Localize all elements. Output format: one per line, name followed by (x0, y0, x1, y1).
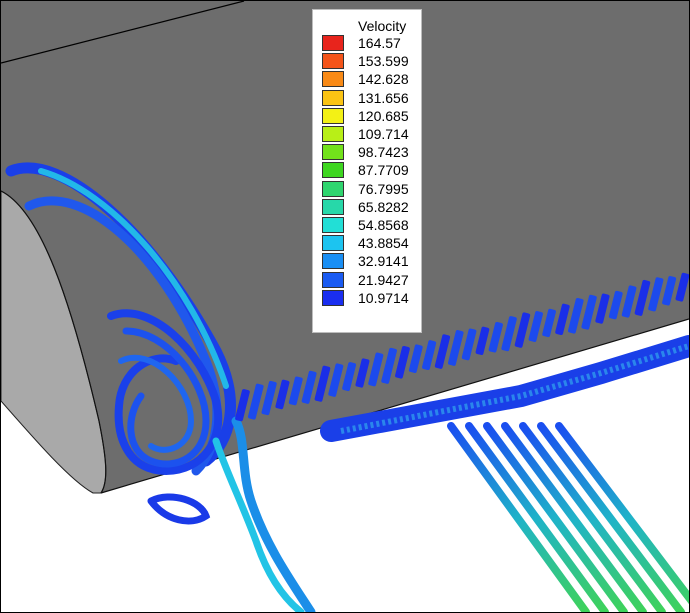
underbody-streamline-ribbons (447, 422, 689, 612)
legend-value: 98.7423 (358, 144, 409, 161)
vortex-streamline (147, 493, 211, 525)
velocity-legend[interactable]: Velocity 164.57 153.599 142.628 131.656 120.… (312, 9, 422, 333)
legend-swatch (322, 253, 344, 270)
legend-swatch (322, 107, 344, 124)
legend-swatch (322, 217, 344, 233)
legend-value: 153.599 (358, 53, 409, 70)
legend-value: 120.685 (358, 107, 409, 124)
legend-swatch (322, 180, 344, 197)
legend-swatch (322, 126, 344, 142)
legend-swatch (322, 71, 344, 88)
legend-value: 109.714 (358, 126, 409, 142)
legend-value: 142.628 (358, 71, 409, 88)
legend-value: 32.9141 (358, 253, 409, 270)
legend-swatch (322, 198, 344, 215)
render-viewport[interactable]: Velocity 164.57 153.599 142.628 131.656 120.… (0, 0, 690, 613)
legend-title: Velocity (358, 18, 407, 34)
legend-value: 10.9714 (358, 289, 409, 306)
underbody-ribbon (501, 422, 647, 612)
legend-swatch (322, 271, 344, 288)
underbody-ribbon (483, 422, 628, 612)
legend-value: 65.8282 (358, 198, 409, 215)
legend-swatch (322, 53, 344, 70)
legend-swatch (322, 289, 344, 306)
legend-value: 87.7709 (358, 162, 409, 179)
legend-value: 164.57 (358, 35, 401, 51)
legend-value: 43.8854 (358, 235, 409, 252)
legend-value: 76.7995 (358, 180, 409, 197)
underbody-ribbon (519, 422, 666, 612)
legend-value: 54.8568 (358, 217, 409, 233)
legend-swatch (322, 89, 344, 106)
legend-value: 21.9427 (358, 271, 409, 288)
legend-value: 131.656 (358, 89, 409, 106)
legend-swatch (322, 162, 344, 179)
legend-swatch (322, 235, 344, 252)
legend-swatch (322, 35, 344, 51)
legend-swatch (322, 144, 344, 161)
